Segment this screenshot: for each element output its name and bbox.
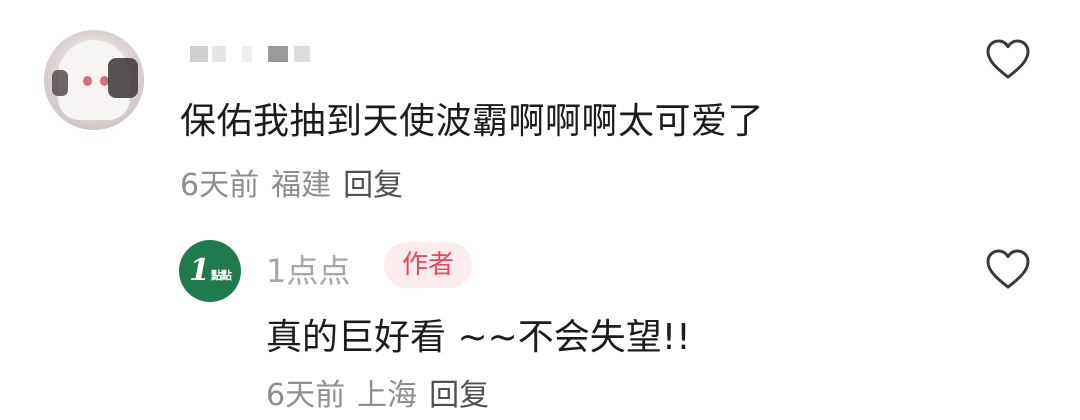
redaction-block — [268, 46, 288, 62]
logo-numeral: 1 — [189, 253, 210, 288]
redacted-username[interactable] — [190, 42, 330, 66]
avatar-eye — [83, 76, 92, 86]
redaction-block — [294, 46, 310, 62]
brand-logo: 1 點點 — [179, 240, 241, 302]
brand-avatar[interactable]: 1 點點 — [179, 240, 241, 302]
redaction-block — [242, 46, 252, 62]
reply-button[interactable]: 回复 — [429, 378, 489, 413]
redaction-block — [212, 46, 226, 62]
reply-button[interactable]: 回复 — [343, 168, 403, 203]
comment-time: 6天前 — [180, 168, 260, 203]
comment-time: 6天前 — [266, 378, 346, 413]
logo-word: 點點 — [210, 269, 232, 282]
username[interactable]: 1点点 — [266, 246, 350, 292]
comment-location: 上海 — [357, 378, 418, 413]
author-badge: 作者 — [384, 242, 473, 288]
redaction-block — [190, 46, 208, 62]
comment-location: 福建 — [271, 168, 332, 203]
comment-meta: 6天前 上海 回复 — [266, 370, 501, 414]
avatar-detail — [108, 58, 138, 98]
comment-text: 保佑我抽到天使波霸啊啊啊太可爱了 — [180, 101, 765, 142]
comment-text: 真的巨好看 ~~不会失望!! — [266, 317, 691, 358]
heart-outline-icon[interactable] — [985, 38, 1031, 80]
heart-outline-icon[interactable] — [985, 248, 1031, 290]
avatar-detail — [52, 70, 68, 96]
comment-meta: 6天前 福建 回复 — [180, 160, 415, 204]
user-avatar[interactable] — [44, 30, 144, 130]
